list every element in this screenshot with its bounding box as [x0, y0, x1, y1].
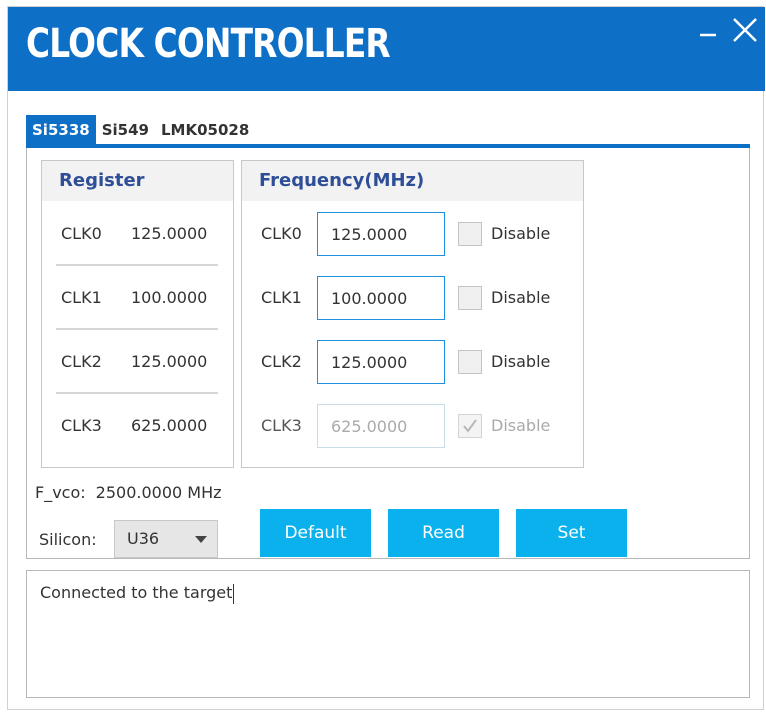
frequency-group: Frequency(MHz) CLK0 Disable CLK1 Disable…: [241, 160, 584, 468]
frequency-row-clk0: CLK0 Disable: [242, 212, 583, 256]
divider: [56, 392, 218, 394]
status-log[interactable]: Connected to the target: [26, 570, 750, 698]
register-row-clk1: CLK1 100.0000: [42, 278, 233, 318]
frequency-input-clk1[interactable]: [317, 276, 445, 320]
chevron-down-icon: [195, 536, 207, 543]
fvco-readout: F_vco: 2500.0000 MHz: [35, 483, 222, 502]
register-row-clk2: CLK2 125.0000: [42, 342, 233, 382]
register-value: 125.0000: [131, 224, 208, 243]
minimize-icon[interactable]: [694, 15, 726, 47]
window-title: CLOCK CONTROLLER: [26, 21, 391, 67]
register-label: CLK3: [61, 416, 102, 435]
frequency-row-clk1: CLK1 Disable: [242, 276, 583, 320]
log-text: Connected to the target: [40, 583, 233, 602]
silicon-selected-value: U36: [127, 529, 160, 548]
disable-checkbox-clk3[interactable]: [458, 414, 482, 438]
clock-controller-window: CLOCK CONTROLLER Si5338 Si549 LMK05028 R…: [7, 6, 765, 710]
frequency-label: CLK3: [261, 416, 302, 435]
disable-label: Disable: [491, 416, 551, 435]
check-icon: [463, 419, 477, 433]
frequency-label: CLK0: [261, 224, 302, 243]
frequency-row-clk3: CLK3 Disable: [242, 404, 583, 448]
frequency-input-clk0[interactable]: [317, 212, 445, 256]
register-row-clk3: CLK3 625.0000: [42, 406, 233, 446]
text-cursor: [233, 583, 235, 604]
disable-label: Disable: [491, 352, 551, 371]
divider: [56, 328, 218, 330]
disable-checkbox-clk0[interactable]: [458, 222, 482, 246]
register-value: 100.0000: [131, 288, 208, 307]
divider: [56, 264, 218, 266]
fvco-label: F_vco:: [35, 483, 86, 502]
silicon-label: Silicon:: [39, 530, 97, 549]
disable-checkbox-clk1[interactable]: [458, 286, 482, 310]
register-row-clk0: CLK0 125.0000: [42, 214, 233, 254]
frequency-label: CLK1: [261, 288, 302, 307]
fvco-value: 2500.0000 MHz: [95, 483, 222, 502]
frequency-row-clk2: CLK2 Disable: [242, 340, 583, 384]
device-tabs: Si5338 Si549 LMK05028: [26, 115, 255, 145]
disable-label: Disable: [491, 224, 551, 243]
register-label: CLK1: [61, 288, 102, 307]
default-button[interactable]: Default: [260, 509, 371, 557]
register-header: Register: [42, 161, 233, 201]
title-bar: CLOCK CONTROLLER: [8, 7, 765, 91]
read-button[interactable]: Read: [388, 509, 499, 557]
close-icon[interactable]: [730, 15, 762, 47]
disable-label: Disable: [491, 288, 551, 307]
frequency-input-clk3[interactable]: [317, 404, 445, 448]
register-label: CLK0: [61, 224, 102, 243]
silicon-select[interactable]: U36: [114, 520, 218, 558]
frequency-label: CLK2: [261, 352, 302, 371]
register-label: CLK2: [61, 352, 102, 371]
tab-si549[interactable]: Si549: [96, 115, 155, 145]
tab-lmk05028[interactable]: LMK05028: [155, 115, 255, 145]
frequency-input-clk2[interactable]: [317, 340, 445, 384]
register-group: Register CLK0 125.0000 CLK1 100.0000 CLK…: [41, 160, 234, 468]
disable-checkbox-clk2[interactable]: [458, 350, 482, 374]
set-button[interactable]: Set: [516, 509, 627, 557]
register-value: 125.0000: [131, 352, 208, 371]
tab-si5338[interactable]: Si5338: [26, 115, 96, 145]
frequency-header: Frequency(MHz): [242, 161, 583, 201]
register-value: 625.0000: [131, 416, 208, 435]
